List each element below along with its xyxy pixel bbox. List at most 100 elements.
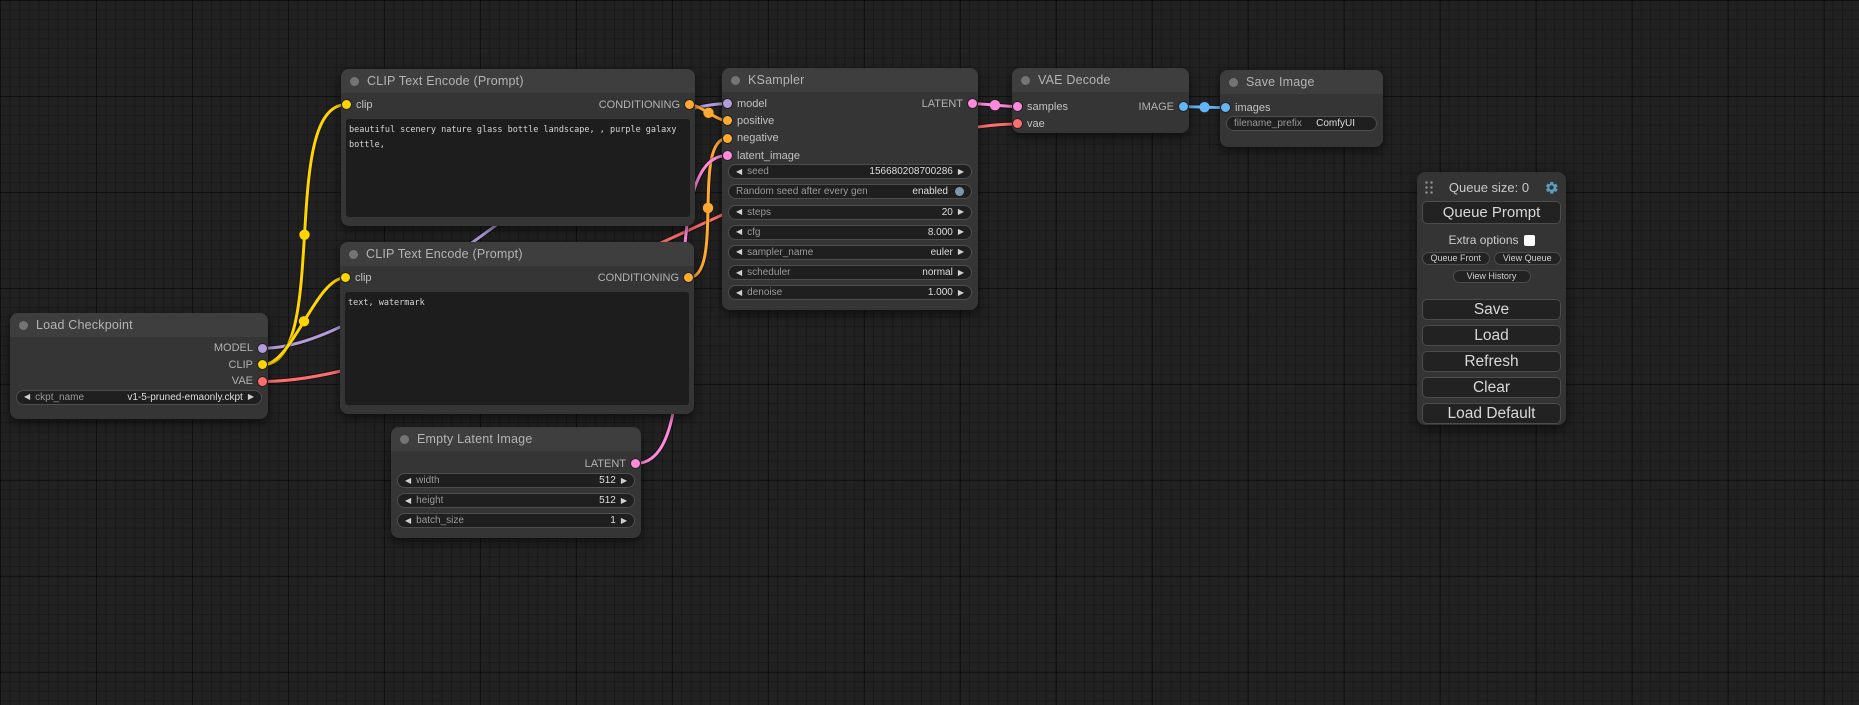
port-images-input[interactable] xyxy=(1221,103,1230,112)
widget-increment-arrow[interactable]: ▶ xyxy=(958,289,964,297)
widget-increment-arrow[interactable]: ▶ xyxy=(621,477,627,485)
port-clip-output[interactable] xyxy=(258,360,267,369)
port-label: CONDITIONING xyxy=(598,272,679,284)
node-collapse-dot[interactable] xyxy=(1021,76,1030,85)
load-button[interactable]: Load xyxy=(1422,325,1561,346)
widget-ckpt_name[interactable]: ◀ckpt_namev1-5-pruned-emaonly.ckpt▶ xyxy=(16,390,262,405)
widget-scheduler[interactable]: ◀schedulernormal▶ xyxy=(728,265,972,280)
port-vae-input[interactable] xyxy=(1013,119,1022,128)
graph-canvas[interactable]: Load CheckpointMODELCLIPVAE◀ckpt_namev1-… xyxy=(0,0,1859,705)
widget-decrement-arrow[interactable]: ◀ xyxy=(736,269,742,277)
widget-decrement-arrow[interactable]: ◀ xyxy=(736,228,742,236)
widget-width[interactable]: ◀width512▶ xyxy=(397,473,635,488)
node-collapse-dot[interactable] xyxy=(1229,78,1238,87)
widget-increment-arrow[interactable]: ▶ xyxy=(958,269,964,277)
extra-options-checkbox[interactable] xyxy=(1524,235,1535,246)
queue-prompt-button[interactable]: Queue Prompt xyxy=(1422,201,1561,224)
extra-options-row: Extra options xyxy=(1422,233,1561,247)
port-samples-input[interactable] xyxy=(1013,102,1022,111)
io-row: LATENT xyxy=(391,454,641,473)
node-collapse-dot[interactable] xyxy=(731,76,740,85)
widget-filename_prefix[interactable]: filename_prefixComfyUI xyxy=(1226,116,1377,131)
toggle-knob-icon[interactable] xyxy=(955,187,964,196)
node-vae_decode[interactable]: VAE DecodesamplesIMAGEvae xyxy=(1012,68,1189,133)
widget-decrement-arrow[interactable]: ◀ xyxy=(736,289,742,297)
node-ksampler[interactable]: KSamplermodelLATENTpositivenegativelaten… xyxy=(722,68,978,310)
node-load_checkpoint[interactable]: Load CheckpointMODELCLIPVAE◀ckpt_namev1-… xyxy=(10,313,268,419)
node-clip_encode_negative[interactable]: CLIP Text Encode (Prompt)clipCONDITIONIN… xyxy=(340,242,694,414)
node-title-bar[interactable]: Empty Latent Image xyxy=(391,427,641,451)
drag-handle-icon[interactable] xyxy=(1424,180,1434,195)
widget-random-seed-after-every-gen[interactable]: Random seed after every genenabled xyxy=(728,184,972,199)
widget-batch_size[interactable]: ◀batch_size1▶ xyxy=(397,513,635,528)
widget-label: filename_prefix xyxy=(1234,118,1302,129)
port-conditioning-output[interactable] xyxy=(685,100,694,109)
node-title-bar[interactable]: CLIP Text Encode (Prompt) xyxy=(341,69,695,93)
clear-button[interactable]: Clear xyxy=(1422,377,1561,398)
node-title-bar[interactable]: KSampler xyxy=(722,68,978,92)
load-default-button[interactable]: Load Default xyxy=(1422,403,1561,424)
widget-increment-arrow[interactable]: ▶ xyxy=(248,393,254,401)
widget-increment-arrow[interactable]: ▶ xyxy=(958,208,964,216)
widget-decrement-arrow[interactable]: ◀ xyxy=(736,208,742,216)
refresh-button[interactable]: Refresh xyxy=(1422,351,1561,372)
port-vae-output[interactable] xyxy=(258,377,267,386)
node-collapse-dot[interactable] xyxy=(349,250,358,259)
port-latent-output[interactable] xyxy=(968,99,977,108)
port-label: LATENT xyxy=(922,98,963,110)
port-clip-input[interactable] xyxy=(341,273,350,282)
extra-options-label: Extra options xyxy=(1448,233,1518,247)
port-negative-input[interactable] xyxy=(723,134,732,143)
node-empty_latent[interactable]: Empty Latent Image LATENT◀width512▶ ◀heigh… xyxy=(391,427,641,538)
link-clip xyxy=(263,105,347,365)
widget-decrement-arrow[interactable]: ◀ xyxy=(24,393,30,401)
port-conditioning-output[interactable] xyxy=(684,273,693,282)
port-image-output[interactable] xyxy=(1179,102,1188,111)
node-save_image[interactable]: Save Image images filename_prefixComfyUI xyxy=(1220,70,1383,147)
port-positive-input[interactable] xyxy=(723,116,732,125)
node-collapse-dot[interactable] xyxy=(350,77,359,86)
widget-height[interactable]: ◀height512▶ xyxy=(397,493,635,508)
queue-front-button[interactable]: Queue Front xyxy=(1422,252,1490,265)
view-history-button[interactable]: View History xyxy=(1453,270,1531,283)
widget-decrement-arrow[interactable]: ◀ xyxy=(736,248,742,256)
widget-cfg[interactable]: ◀cfg8.000▶ xyxy=(728,225,972,240)
save-button[interactable]: Save xyxy=(1422,299,1561,320)
port-latent_image-input[interactable] xyxy=(723,151,732,160)
widget-steps[interactable]: ◀steps20▶ xyxy=(728,205,972,220)
port-model-output[interactable] xyxy=(258,344,267,353)
settings-gear-icon[interactable] xyxy=(1544,180,1559,195)
widget-decrement-arrow[interactable]: ◀ xyxy=(405,517,411,525)
node-title-bar[interactable]: Save Image xyxy=(1220,70,1383,94)
io-row: CLIP xyxy=(10,357,268,374)
widget-increment-arrow[interactable]: ▶ xyxy=(958,168,964,176)
prompt-textarea[interactable]: text, watermark xyxy=(345,292,689,405)
widget-increment-arrow[interactable]: ▶ xyxy=(621,517,627,525)
prompt-textarea[interactable]: beautiful scenery nature glass bottle la… xyxy=(346,119,690,217)
node-collapse-dot[interactable] xyxy=(19,321,28,330)
port-model-input[interactable] xyxy=(723,99,732,108)
widget-value: 20 xyxy=(942,207,953,218)
port-latent-output[interactable] xyxy=(631,459,640,468)
io-row: negative xyxy=(722,130,978,147)
widget-increment-arrow[interactable]: ▶ xyxy=(621,497,627,505)
node-title-bar[interactable]: VAE Decode xyxy=(1012,68,1189,92)
widget-decrement-arrow[interactable]: ◀ xyxy=(736,168,742,176)
widget-increment-arrow[interactable]: ▶ xyxy=(958,228,964,236)
port-clip-input[interactable] xyxy=(342,100,351,109)
widget-seed[interactable]: ◀seed156680208700286▶ xyxy=(728,164,972,179)
widget-denoise[interactable]: ◀denoise1.000▶ xyxy=(728,285,972,300)
port-label: images xyxy=(1235,102,1270,114)
node-title-bar[interactable]: CLIP Text Encode (Prompt) xyxy=(340,242,694,266)
widget-decrement-arrow[interactable]: ◀ xyxy=(405,497,411,505)
port-label: model xyxy=(737,98,767,110)
node-collapse-dot[interactable] xyxy=(400,435,409,444)
widget-increment-arrow[interactable]: ▶ xyxy=(958,248,964,256)
widget-sampler_name[interactable]: ◀sampler_nameeuler▶ xyxy=(728,245,972,260)
node-title-bar[interactable]: Load Checkpoint xyxy=(10,313,268,337)
widget-decrement-arrow[interactable]: ◀ xyxy=(405,477,411,485)
node-clip_encode_positive[interactable]: CLIP Text Encode (Prompt)clipCONDITIONIN… xyxy=(341,69,695,226)
widget-label: seed xyxy=(747,166,769,177)
view-queue-button[interactable]: View Queue xyxy=(1494,252,1562,265)
widget-value: normal xyxy=(922,267,953,278)
